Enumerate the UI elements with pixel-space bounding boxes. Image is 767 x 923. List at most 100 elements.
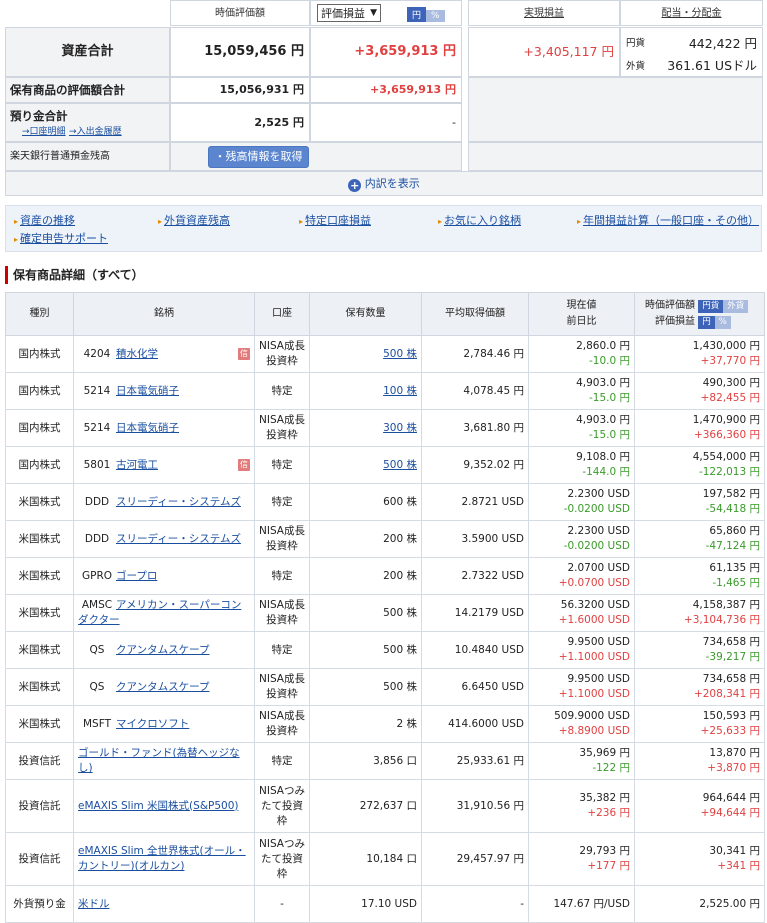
cell-qty: 600 株: [309, 483, 422, 521]
table-row: 投資信託 eMAXIS Slim 全世界株式(オール・カントリー)(オルカン) NI…: [5, 832, 765, 886]
col-avg: 平均取得価額: [421, 292, 529, 336]
cell-type: 米国株式: [5, 631, 74, 669]
valuation-value: 734,658 円: [702, 636, 760, 648]
qty-value[interactable]: 100 株: [383, 385, 417, 397]
valuation-value: 734,658 円: [702, 673, 760, 685]
realized-header-link[interactable]: 実現損益: [524, 8, 564, 19]
cell-account: NISAつみたて投資枠: [254, 832, 310, 886]
cell-account: NISA成長投資枠: [254, 705, 310, 743]
deposit-value-cell: 2,525 円: [170, 103, 310, 142]
qty-value: 500 株: [383, 643, 417, 656]
price-diff: -15.0 円: [588, 392, 630, 404]
qty-value[interactable]: 300 株: [383, 422, 417, 434]
expand-breakdown[interactable]: + 内訳を表示: [5, 171, 763, 196]
dividend-header-link[interactable]: 配当・分配金: [662, 8, 722, 19]
cell-valuation: 13,870 円 +3,870 円: [634, 742, 765, 780]
security-name-link[interactable]: 古河電工: [116, 459, 158, 471]
fetch-balance-button[interactable]: ・残高情報を取得: [208, 146, 309, 168]
cell-qty: 500 株: [309, 446, 422, 484]
security-name-link[interactable]: ゴールド・ファンド(為替ヘッジなし): [78, 747, 240, 774]
gain-mode-select[interactable]: 評価損益 ▼: [317, 4, 381, 22]
qty-value[interactable]: 500 株: [383, 459, 417, 471]
toggle-gain-pct[interactable]: %: [714, 316, 731, 329]
total-label-cell: 資産合計: [5, 27, 170, 77]
col-price: 現在値 前日比: [528, 292, 635, 336]
security-name-link[interactable]: eMAXIS Slim 全世界株式(オール・カントリー)(オルカン): [78, 845, 246, 872]
price-value: 29,793 円: [579, 845, 630, 857]
cell-account: NISA成長投資枠: [254, 668, 310, 706]
toggle-gain-yen[interactable]: 円: [698, 316, 715, 329]
nav-asset-trend[interactable]: ▸ 資産の推移: [14, 212, 75, 228]
security-name-link[interactable]: eMAXIS Slim 米国株式(S&P500): [78, 800, 238, 812]
security-name-link[interactable]: スリーディー・システムズ: [116, 533, 241, 545]
table-row: 国内株式 5214 日本電気硝子 NISA成長投資枠 300 株 3,681.80 円 4,…: [5, 409, 765, 447]
cell-valuation: 30,341 円 +341 円: [634, 832, 765, 886]
qty-value[interactable]: 500 株: [383, 348, 417, 360]
cell-type: 米国株式: [5, 557, 74, 595]
cell-account: 特定: [254, 557, 310, 595]
cell-avg: 10.4840 USD: [421, 631, 529, 669]
price-value: 2.2300 USD: [567, 488, 630, 500]
col-qty: 保有数量: [309, 292, 422, 336]
cell-valuation: 1,430,000 円 +37,770 円: [634, 335, 765, 373]
toggle-yen[interactable]: 円: [407, 7, 427, 22]
cell-name: MSFT マイクロソフト: [73, 705, 255, 743]
price-diff: -15.0 円: [588, 429, 630, 441]
table-row: 国内株式 4204 信積水化学 NISA成長投資枠 500 株 2,784.46 円 2,8…: [5, 335, 765, 373]
valuation-value: 30,341 円: [709, 845, 760, 857]
col-name: 銘柄: [73, 292, 255, 336]
security-name-link[interactable]: マイクロソフト: [116, 718, 189, 730]
table-row: 米国株式 QS クアンタムスケープ 特定 500 株 10.4840 USD 9.9500 …: [5, 631, 765, 669]
transfer-history-link[interactable]: →入出金履歴: [69, 127, 122, 137]
yen-pct-toggle[interactable]: 円%: [407, 7, 445, 22]
price-diff: +0.0700 USD: [558, 577, 630, 589]
security-name-link[interactable]: 日本電気硝子: [116, 385, 179, 397]
bank-label-cell: 楽天銀行普通預金残高: [5, 142, 170, 171]
price-value: 2.2300 USD: [567, 525, 630, 537]
nav-annual-pl[interactable]: ▸ 年間損益計算（一般口座・その他）: [577, 212, 759, 228]
gain-header: 評価損益 ▼ 円%: [310, 0, 462, 26]
qty-value: 2 株: [396, 717, 417, 730]
cell-price: 2.0700 USD +0.0700 USD: [528, 557, 635, 595]
bank-button-cell: ・残高情報を取得: [170, 142, 462, 171]
toggle-jpy-fx-fx[interactable]: 外貨: [723, 300, 749, 313]
price-diff: -0.0200 USD: [563, 503, 630, 515]
valuation-value: 4,158,387 円: [692, 599, 760, 611]
security-name-link[interactable]: 米ドル: [78, 898, 110, 910]
account-detail-link[interactable]: →口座明細: [22, 127, 66, 137]
cell-name: 5214 日本電気硝子: [73, 372, 255, 410]
cell-account: 特定: [254, 372, 310, 410]
valuation-value: 197,582 円: [702, 488, 760, 500]
ticker-code: DDD: [84, 532, 110, 545]
security-name-link[interactable]: クアンタムスケープ: [116, 681, 209, 693]
ticker-code: 5801: [83, 458, 111, 471]
ticker-code: MSFT: [83, 717, 111, 730]
total-label: 資産合計: [61, 44, 114, 59]
security-name-link[interactable]: ゴープロ: [116, 570, 157, 582]
col-account: 口座: [254, 292, 310, 336]
security-name-link[interactable]: クアンタムスケープ: [116, 644, 209, 656]
toggle-jpy-fx-yen[interactable]: 円貨: [698, 300, 724, 313]
qty-value: 500 株: [383, 606, 417, 619]
security-name-link[interactable]: 日本電気硝子: [116, 422, 179, 434]
qty-value: 600 株: [383, 495, 417, 508]
price-diff: -10.0 円: [588, 355, 630, 367]
price-value: 2.0700 USD: [567, 562, 630, 574]
price-value: 509.9000 USD: [554, 710, 630, 722]
security-name-link[interactable]: 積水化学: [116, 348, 158, 360]
triangle-right-icon: ▸: [14, 235, 19, 244]
qty-value: 17.10 USD: [361, 897, 417, 910]
price-value: 9,108.0 円: [576, 451, 630, 463]
holdings-section-title: 保有商品詳細（すべて）: [5, 266, 144, 284]
nav-favorites[interactable]: ▸ お気に入り銘柄: [438, 212, 521, 228]
cell-price: 4,903.0 円 -15.0 円: [528, 372, 635, 410]
price-value: 56.3200 USD: [560, 599, 630, 611]
toggle-pct[interactable]: %: [426, 10, 445, 22]
valuation-gain: -54,418 円: [705, 503, 760, 515]
nav-specific-account[interactable]: ▸ 特定口座損益: [299, 212, 371, 228]
qty-value: 3,856 口: [373, 754, 417, 767]
dividend-fx-label: 外貨: [626, 61, 646, 72]
security-name-link[interactable]: スリーディー・システムズ: [116, 496, 241, 508]
nav-tax-support[interactable]: ▸ 確定申告サポート: [14, 230, 108, 246]
nav-fx-balance[interactable]: ▸ 外貨資産残高: [158, 212, 230, 228]
